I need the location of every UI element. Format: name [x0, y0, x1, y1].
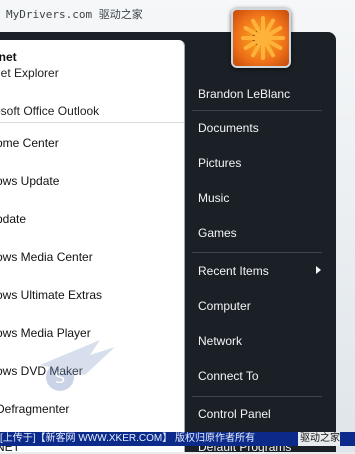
menu-item-documents[interactable]: Documents: [198, 121, 259, 135]
menu-item-user[interactable]: Brandon LeBlanc: [198, 87, 290, 101]
menu-item-games[interactable]: Games: [198, 226, 237, 240]
pinned-item-title: il: [0, 88, 1, 102]
pinned-item-email[interactable]: il osoft Office Outlook: [0, 84, 184, 122]
divider: [192, 252, 322, 253]
program-item[interactable]: pdate: [0, 207, 184, 245]
program-item[interactable]: ome Center: [0, 131, 184, 169]
pinned-programs: rnet net Explorer il osoft Office Outloo…: [0, 40, 184, 123]
pinned-item-subtitle: osoft Office Outlook: [0, 104, 100, 118]
divider: [192, 396, 322, 397]
bottom-watermark-right: 驱动之家: [298, 432, 340, 446]
top-watermark: MyDrivers.com 驱动之家: [6, 8, 143, 21]
user-avatar[interactable]: [231, 8, 291, 68]
menu-item-connect-to[interactable]: Connect To: [198, 369, 259, 383]
menu-item-music[interactable]: Music: [198, 191, 229, 205]
menu-item-network[interactable]: Network: [198, 334, 242, 348]
program-item[interactable]: ows Ultimate Extras: [0, 283, 184, 321]
bottom-watermark-bar: [上传于]【新客网 WWW.XKER.COM】 版权归原作者所有 驱动之家: [0, 432, 355, 446]
bottom-watermark-text: [上传于]【新客网 WWW.XKER.COM】 版权归原作者所有: [0, 433, 255, 444]
pinned-item-title: rnet: [0, 50, 17, 64]
submenu-arrow-icon: [316, 266, 321, 274]
program-item[interactable]: ows Update: [0, 169, 184, 207]
menu-item-computer[interactable]: Computer: [198, 299, 251, 313]
watermark-logo: S: [30, 335, 120, 405]
svg-text:S: S: [55, 368, 65, 387]
menu-item-pictures[interactable]: Pictures: [198, 156, 241, 170]
divider: [192, 110, 322, 111]
menu-item-recent-items[interactable]: Recent Items: [198, 264, 269, 278]
menu-item-control-panel[interactable]: Control Panel: [198, 407, 271, 421]
program-item[interactable]: ows Media Center: [0, 245, 184, 283]
pinned-item-subtitle: net Explorer: [0, 66, 59, 80]
pinned-item-internet[interactable]: rnet net Explorer: [0, 46, 184, 84]
